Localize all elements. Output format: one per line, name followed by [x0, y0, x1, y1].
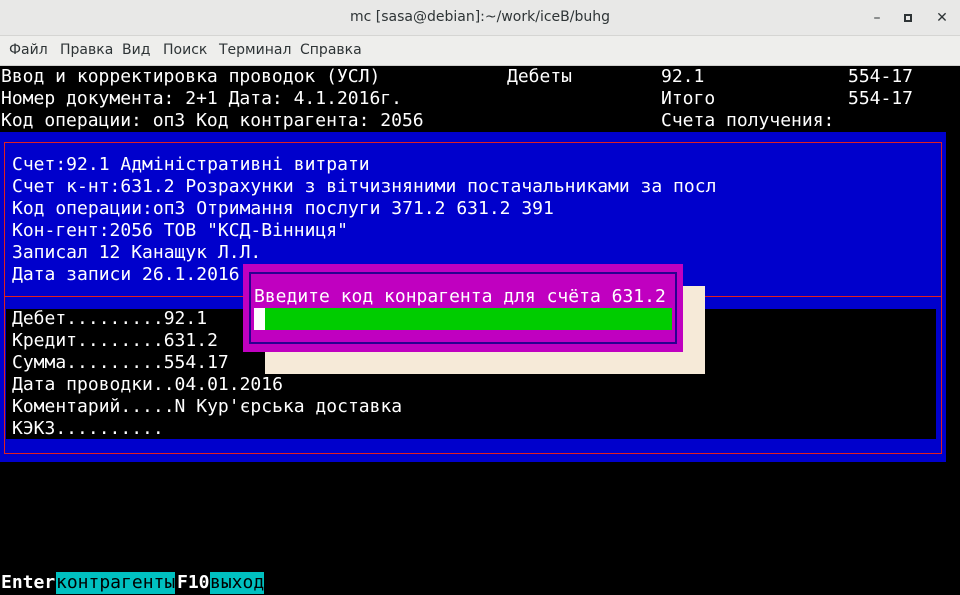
menu-view[interactable]: Вид: [122, 42, 150, 58]
total-label: Итого: [661, 88, 716, 109]
menu-bar: Файл Правка Вид Поиск Терминал Справка: [0, 36, 960, 66]
text-cursor: [254, 308, 265, 330]
total-amount: 554-17: [848, 88, 914, 109]
window-title: mc [sasa@debian]:~/work/iceB/buhg: [350, 9, 610, 25]
entry-sum[interactable]: Сумма.........554.17: [12, 352, 229, 374]
menu-search[interactable]: Поиск: [163, 42, 207, 58]
window-titlebar: mc [sasa@debian]:~/work/iceB/buhg – ✕: [0, 0, 960, 36]
debit-account: 92.1: [661, 66, 705, 87]
maximize-button[interactable]: [895, 6, 921, 30]
operation-line: Код операции:оп3 Отримання послуги 371.2…: [12, 198, 554, 219]
maximize-icon: [904, 14, 912, 22]
menu-terminal[interactable]: Терминал: [219, 42, 291, 58]
debit-amount: 554-17: [848, 66, 914, 87]
dialog-prompt: Введите код конрагента для счёта 631.2: [254, 286, 666, 307]
menu-help[interactable]: Справка: [300, 42, 362, 58]
receipt-accounts-label: Счета получения:: [661, 110, 835, 131]
close-button[interactable]: ✕: [929, 6, 955, 30]
document-number: Номер документа: 2+1 Дата: 4.1.2016г.: [1, 88, 402, 109]
counterparty-code-input[interactable]: [265, 308, 672, 330]
enter-key: Enter: [1, 572, 56, 593]
exit-button[interactable]: выход: [210, 572, 265, 594]
entry-comment[interactable]: Коментарий.....N Кур'єрська доставка: [12, 396, 402, 418]
account-line: Счет:92.1 Адміністративні витрати: [12, 154, 370, 175]
minimize-icon: –: [873, 10, 881, 26]
entry-kekz[interactable]: КЭКЗ..........: [12, 418, 164, 440]
f10-key: F10: [177, 572, 210, 593]
counterparty-line: Кон-гент:2056 ТОВ "КСД-Вінниця": [12, 220, 348, 241]
screen-title: Ввод и корректировка проводок (УСЛ): [1, 66, 381, 87]
menu-edit[interactable]: Правка: [60, 42, 113, 58]
entry-posting-date[interactable]: Дата проводки..04.01.2016: [12, 374, 283, 396]
corr-account-line: Счет к-нт:631.2 Розрахунки з вітчизняним…: [12, 176, 717, 197]
record-date-line: Дата записи 26.1.2016: [12, 264, 240, 285]
minimize-button[interactable]: –: [864, 6, 890, 30]
entry-credit[interactable]: Кредит........631.2: [12, 330, 218, 352]
entry-debit[interactable]: Дебет.........92.1: [12, 308, 207, 330]
menu-file[interactable]: Файл: [9, 42, 48, 58]
debits-label: Дебеты: [507, 66, 573, 87]
operation-code: Код операции: оп3 Код контрагента: 2056: [1, 110, 424, 131]
counterparties-button[interactable]: контрагенты: [56, 572, 176, 594]
recorded-by-line: Записал 12 Канащук Л.Л.: [12, 242, 262, 263]
close-icon: ✕: [936, 10, 948, 26]
